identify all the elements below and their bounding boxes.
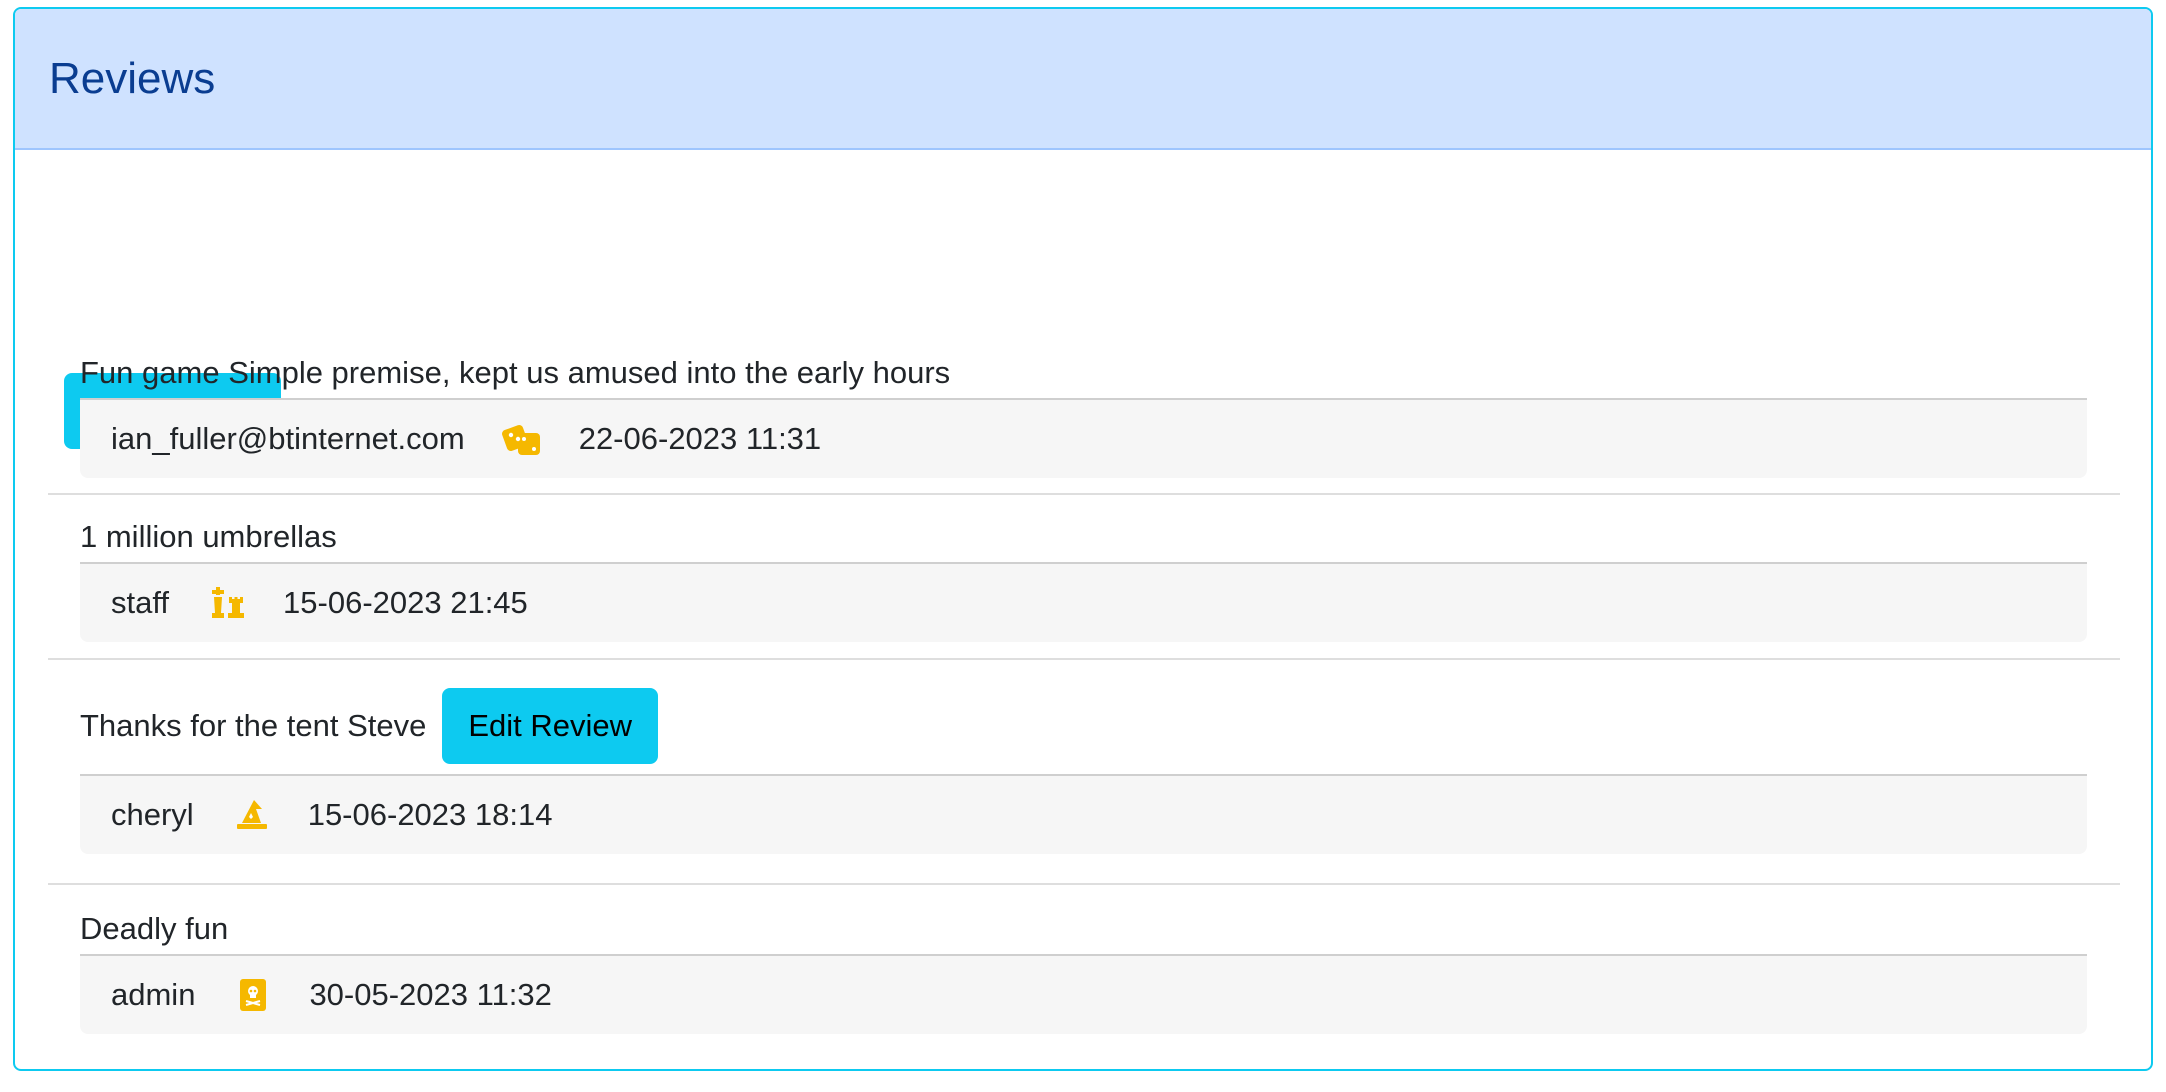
page-title: Reviews bbox=[49, 53, 216, 103]
reviews-panel: Reviews Add Review Fun game Simple premi… bbox=[13, 7, 2153, 1071]
panel-header: Reviews bbox=[15, 9, 2151, 150]
skull-book-icon bbox=[231, 973, 275, 1017]
review-item: 1 million umbrellas staff 15-06-2023 21:… bbox=[47, 512, 2119, 642]
review-meta: cheryl 15-06-2023 18:14 bbox=[80, 774, 2087, 854]
review-title: 1 million umbrellas bbox=[47, 512, 2119, 562]
review-author: staff bbox=[111, 585, 170, 620]
review-title-text: Thanks for the tent Steve bbox=[80, 708, 427, 743]
review-title-text: Fun game Simple premise, kept us amused … bbox=[80, 355, 951, 390]
review-title: Deadly fun bbox=[47, 904, 2119, 954]
review-item: Deadly fun admin 30-05-2023 11:32 bbox=[47, 904, 2119, 1034]
dice-icon bbox=[501, 417, 545, 461]
review-meta: admin 30-05-2023 11:32 bbox=[80, 954, 2087, 1034]
edit-review-button[interactable]: Edit Review bbox=[442, 688, 659, 764]
review-author: ian_fuller@btinternet.com bbox=[111, 421, 465, 456]
review-title-text: 1 million umbrellas bbox=[80, 519, 337, 554]
divider bbox=[48, 493, 2120, 495]
review-title-text: Deadly fun bbox=[80, 911, 229, 946]
review-author: cheryl bbox=[111, 797, 194, 832]
chess-pieces-icon bbox=[205, 581, 249, 625]
review-meta: ian_fuller@btinternet.com 22-06-2023 11:… bbox=[80, 398, 2087, 478]
divider bbox=[48, 658, 2120, 660]
review-date: 15-06-2023 18:14 bbox=[307, 797, 553, 832]
review-item: Thanks for the tent Steve Edit Review ch… bbox=[47, 678, 2119, 854]
review-date: 15-06-2023 21:45 bbox=[283, 585, 528, 620]
review-title: Fun game Simple premise, kept us amused … bbox=[47, 348, 2119, 398]
review-title: Thanks for the tent Steve Edit Review bbox=[47, 678, 2119, 774]
review-date: 22-06-2023 11:31 bbox=[578, 421, 822, 456]
review-meta: staff 15-06-2023 21:45 bbox=[80, 562, 2087, 642]
divider bbox=[48, 883, 2120, 885]
wizard-hat-icon bbox=[230, 793, 274, 837]
review-author: admin bbox=[111, 977, 196, 1012]
review-date: 30-05-2023 11:32 bbox=[309, 977, 552, 1012]
review-item: Fun game Simple premise, kept us amused … bbox=[47, 348, 2119, 478]
